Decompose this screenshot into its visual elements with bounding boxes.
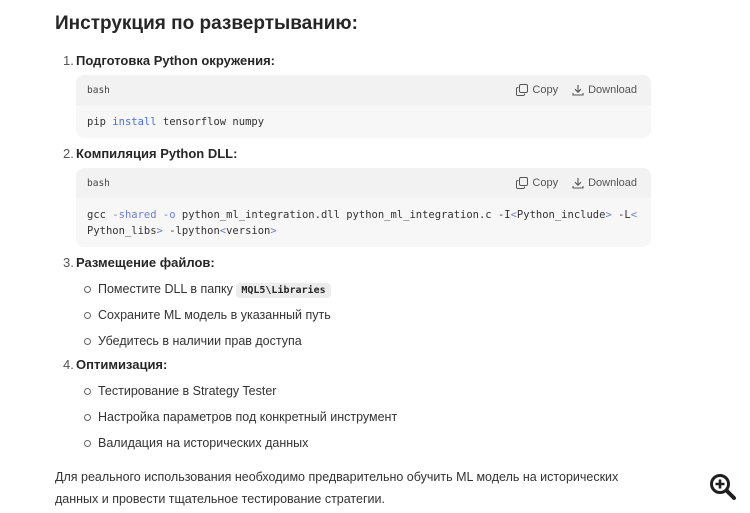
step-1: 1. Подготовка Python окружения: bash Cop… [55, 52, 655, 138]
code-content[interactable]: pip install tensorflow numpy [76, 105, 651, 138]
download-icon [572, 85, 584, 96]
step-number: 3. [63, 255, 74, 270]
code-language: bash [87, 177, 110, 189]
bullet-list: Поместите DLL в папку MQL5\Libraries Сох… [76, 276, 655, 354]
code-header: bash Copy Download [76, 75, 651, 105]
code-content[interactable]: gcc -shared -o python_ml_integration.dll… [76, 198, 651, 247]
zoom-button[interactable] [708, 472, 738, 502]
list-item: Убедитесь в наличии прав доступа [76, 328, 655, 354]
list-item: Сохраните ML модель в указанный путь [76, 302, 655, 328]
bullet-list: Тестирование в Strategy Tester Настройка… [76, 378, 655, 456]
step-2: 2. Компиляция Python DLL: bash Copy Down… [55, 145, 655, 247]
download-label: Download [588, 177, 637, 189]
download-label: Download [588, 84, 637, 96]
inline-code: MQL5\Libraries [236, 283, 331, 298]
code-block: bash Copy Download pip install tensorflo… [76, 75, 651, 138]
deployment-instructions: Инструкция по развертыванию: 1. Подготов… [55, 10, 655, 513]
download-button[interactable]: Download [572, 84, 637, 96]
footer-note: Для реального использования необходимо п… [55, 470, 619, 506]
code-language: bash [87, 84, 110, 96]
list-item: Настройка параметров под конкретный инст… [76, 404, 655, 430]
download-icon [572, 178, 584, 189]
step-number: 2. [63, 146, 74, 161]
copy-icon [516, 177, 529, 189]
copy-button[interactable]: Copy [516, 177, 558, 189]
copy-icon [516, 84, 529, 96]
step-number: 4. [63, 357, 74, 372]
code-block: bash Copy Download gcc -shared -o python… [76, 168, 651, 247]
step-title: Компиляция Python DLL: [76, 146, 238, 161]
steps-list: 1. Подготовка Python окружения: bash Cop… [55, 52, 655, 456]
step-number: 1. [63, 53, 74, 68]
step-4: 4. Оптимизация: Тестирование в Strategy … [55, 356, 655, 456]
download-button[interactable]: Download [572, 177, 637, 189]
copy-label: Copy [532, 177, 559, 189]
step-title: Подготовка Python окружения: [76, 53, 276, 68]
step-title: Оптимизация: [76, 357, 168, 372]
step-3: 3. Размещение файлов: Поместите DLL в па… [55, 254, 655, 354]
copy-label: Copy [532, 84, 559, 96]
list-item: Поместите DLL в папку MQL5\Libraries [76, 276, 655, 302]
list-item: Валидация на исторических данных [76, 430, 655, 456]
section-heading: Инструкция по развертыванию: [55, 13, 358, 34]
copy-button[interactable]: Copy [516, 84, 558, 96]
zoom-in-icon [710, 474, 736, 500]
list-item: Тестирование в Strategy Tester [76, 378, 655, 404]
code-header: bash Copy Download [76, 168, 651, 198]
step-title: Размещение файлов: [76, 255, 215, 270]
